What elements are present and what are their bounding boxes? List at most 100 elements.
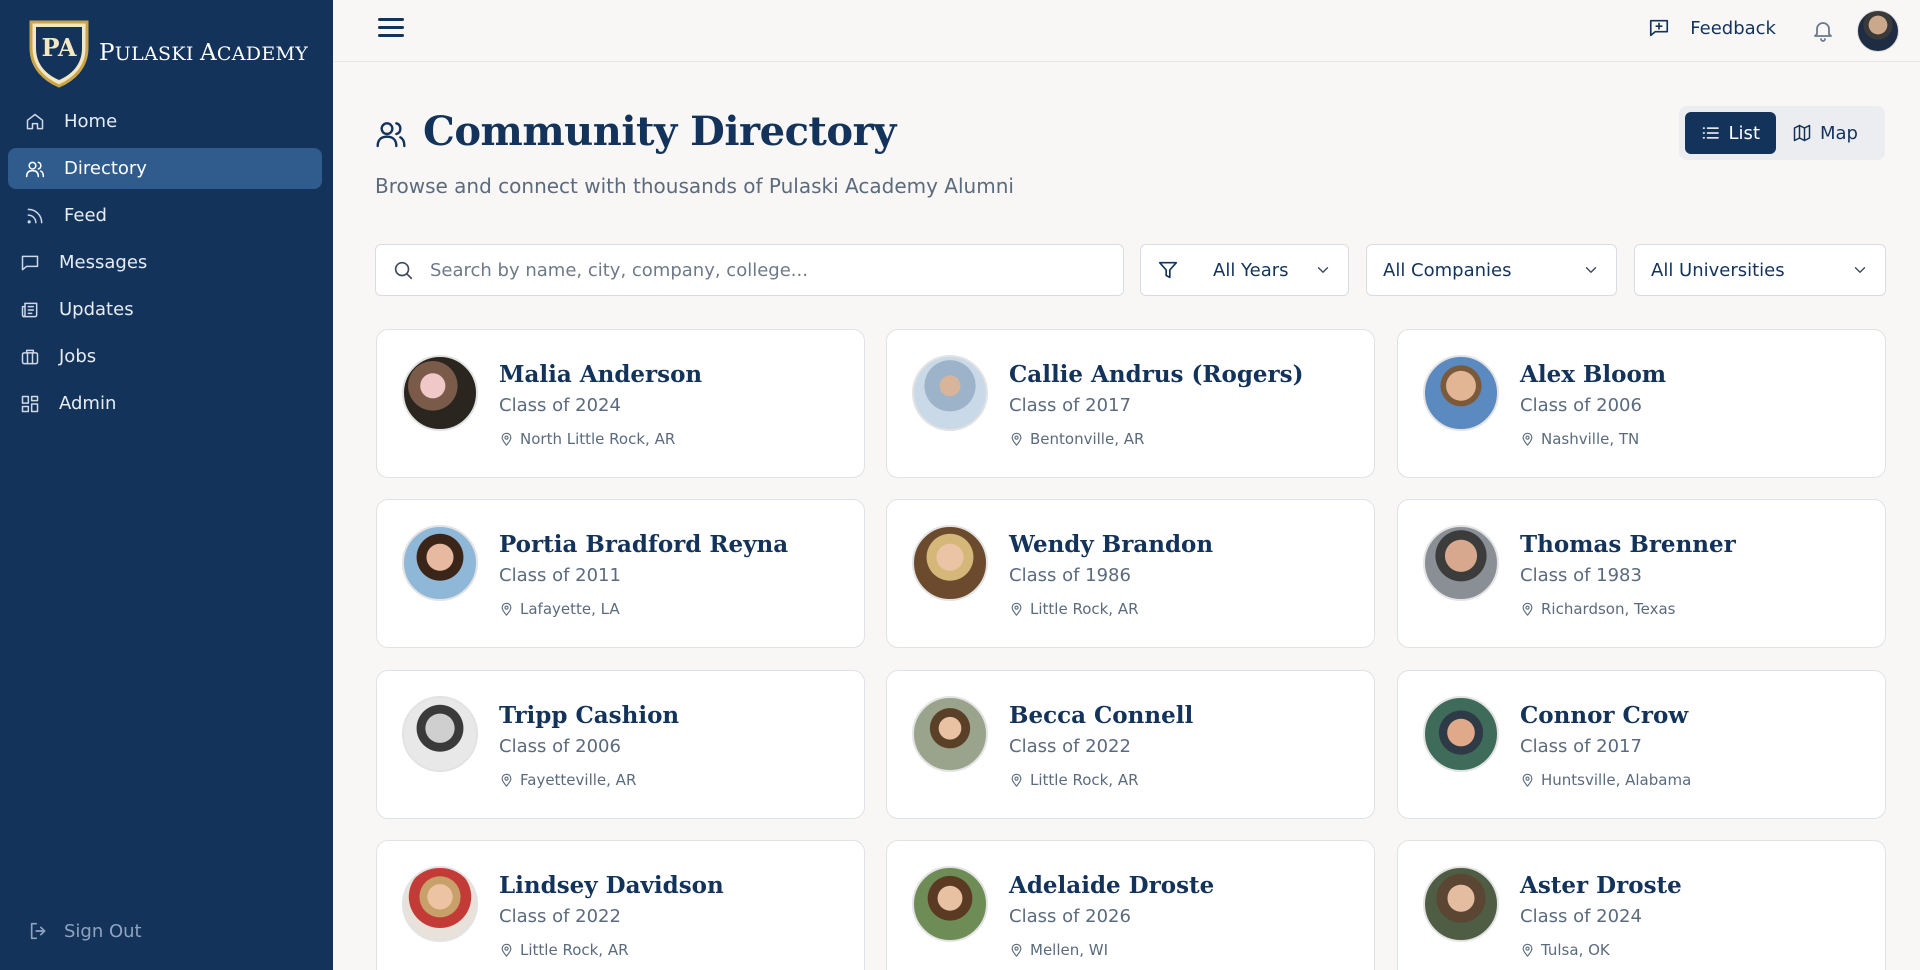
home-icon [24, 111, 46, 133]
map-view-button[interactable]: Map [1776, 112, 1874, 154]
sidebar-item-feed[interactable]: Feed [8, 195, 322, 236]
profile-photo [402, 355, 478, 431]
sidebar-item-jobs[interactable]: Jobs [8, 336, 322, 377]
view-toggle: List Map [1679, 106, 1885, 160]
feedback-button[interactable]: Feedback [1648, 17, 1776, 39]
person-location: Richardson, Texas [1520, 600, 1675, 618]
person-class: Class of 2024 [1520, 906, 1642, 927]
filter-icon [1157, 259, 1179, 281]
map-pin-icon [501, 943, 512, 957]
profile-photo [1423, 355, 1499, 431]
message-icon [19, 252, 41, 274]
person-card[interactable]: Adelaide Droste Class of 2026 Mellen, WI [886, 840, 1375, 970]
search-box [375, 244, 1124, 296]
sidebar-item-label: Admin [59, 393, 117, 414]
profile-photo [1423, 696, 1499, 772]
map-pin-icon [501, 602, 512, 616]
person-name: Tripp Cashion [499, 702, 680, 729]
person-card[interactable]: Becca Connell Class of 2022 Little Rock,… [886, 670, 1375, 819]
person-location: Tulsa, OK [1520, 941, 1610, 959]
person-class: Class of 2011 [499, 565, 621, 586]
sidebar-item-label: Jobs [59, 346, 97, 367]
map-pin-icon [1522, 943, 1533, 957]
universities-filter-select[interactable]: All Universities [1634, 244, 1886, 296]
person-location: Little Rock, AR [499, 941, 629, 959]
years-filter-value: All Years [1213, 259, 1289, 281]
person-class: Class of 2026 [1009, 906, 1131, 927]
sidebar-item-label: Directory [64, 158, 147, 179]
person-class: Class of 2017 [1009, 395, 1131, 416]
universities-filter-value: All Universities [1651, 259, 1785, 281]
person-name: Adelaide Droste [1009, 872, 1215, 899]
sidebar-nav: Home Directory Feed Messages Updates Job… [8, 101, 322, 430]
chevron-down-icon [1582, 261, 1600, 279]
sidebar-item-directory[interactable]: Directory [8, 148, 322, 189]
sidebar-item-home[interactable]: Home [8, 101, 322, 142]
sidebar-item-label: Updates [59, 299, 134, 320]
profile-photo [1423, 866, 1499, 942]
list-icon [1702, 127, 1719, 139]
svg-text:PA: PA [42, 33, 77, 62]
map-pin-icon [1011, 602, 1022, 616]
person-name: Malia Anderson [499, 361, 703, 388]
map-pin-icon [1011, 432, 1022, 446]
person-card[interactable]: Thomas Brenner Class of 1983 Richardson,… [1397, 499, 1886, 648]
hamburger-menu-icon[interactable] [378, 18, 404, 44]
person-card[interactable]: Connor Crow Class of 2017 Huntsville, Al… [1397, 670, 1886, 819]
list-view-button[interactable]: List [1685, 112, 1776, 154]
person-class: Class of 2017 [1520, 736, 1642, 757]
map-view-label: Map [1820, 122, 1858, 144]
map-pin-icon [1522, 602, 1533, 616]
users-icon [375, 118, 407, 150]
crest-logo-icon: PA [29, 20, 89, 88]
briefcase-icon [19, 346, 41, 368]
chevron-down-icon [1851, 261, 1869, 279]
person-class: Class of 2022 [1009, 736, 1131, 757]
person-location: Lafayette, LA [499, 600, 620, 618]
sidebar-item-label: Feed [64, 205, 107, 226]
feedback-icon [1650, 19, 1669, 37]
user-avatar[interactable] [1857, 10, 1899, 52]
profile-photo [912, 525, 988, 601]
years-filter-select[interactable]: All Years [1140, 244, 1349, 296]
person-name: Wendy Brandon [1009, 531, 1214, 558]
profile-photo [402, 696, 478, 772]
sign-out-button[interactable]: Sign Out [28, 920, 142, 942]
companies-filter-value: All Companies [1383, 259, 1512, 281]
person-card[interactable]: Lindsey Davidson Class of 2022 Little Ro… [376, 840, 865, 970]
person-card[interactable]: Wendy Brandon Class of 1986 Little Rock,… [886, 499, 1375, 648]
map-pin-icon [501, 773, 512, 787]
person-class: Class of 2022 [499, 906, 621, 927]
sidebar-item-admin[interactable]: Admin [8, 383, 322, 424]
sidebar-item-messages[interactable]: Messages [8, 242, 322, 283]
rss-icon [24, 205, 46, 227]
person-location: Little Rock, AR [1009, 771, 1139, 789]
sidebar-item-updates[interactable]: Updates [8, 289, 322, 330]
search-input[interactable] [430, 259, 1080, 281]
companies-filter-select[interactable]: All Companies [1366, 244, 1617, 296]
person-location: Huntsville, Alabama [1520, 771, 1691, 789]
profile-photo [402, 525, 478, 601]
profile-photo [402, 866, 478, 942]
person-card[interactable]: Malia Anderson Class of 2024 North Littl… [376, 329, 865, 478]
person-name: Connor Crow [1520, 702, 1689, 729]
person-name: Aster Droste [1520, 872, 1682, 899]
person-card[interactable]: Aster Droste Class of 2024 Tulsa, OK [1397, 840, 1886, 970]
person-location: Fayetteville, AR [499, 771, 636, 789]
search-icon [394, 261, 413, 280]
person-card[interactable]: Alex Bloom Class of 2006 Nashville, TN [1397, 329, 1886, 478]
person-class: Class of 1986 [1009, 565, 1131, 586]
page-subtitle: Browse and connect with thousands of Pul… [375, 174, 1014, 198]
map-pin-icon [1522, 773, 1533, 787]
map-icon [1793, 124, 1811, 142]
person-card[interactable]: Portia Bradford Reyna Class of 2011 Lafa… [376, 499, 865, 648]
bell-icon[interactable] [1811, 18, 1837, 44]
person-location: Mellen, WI [1009, 941, 1108, 959]
person-card[interactable]: Tripp Cashion Class of 2006 Fayetteville… [376, 670, 865, 819]
sidebar-item-label: Messages [59, 252, 148, 273]
brand-logo[interactable]: PA PULASKI ACADEMY [27, 18, 308, 88]
sign-out-label: Sign Out [64, 920, 142, 942]
page-title: Community Directory [423, 108, 896, 155]
top-bar: Feedback [333, 0, 1920, 62]
person-card[interactable]: Callie Andrus (Rogers) Class of 2017 Ben… [886, 329, 1375, 478]
